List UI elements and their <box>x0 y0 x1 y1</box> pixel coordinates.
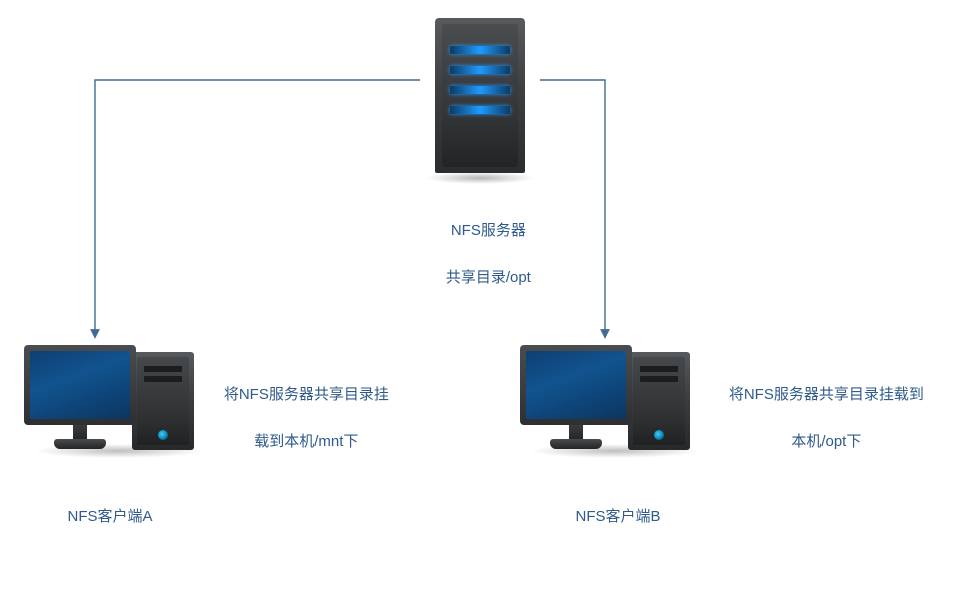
client-b-name: NFS客户端B <box>548 505 688 528</box>
client-b-icon <box>520 340 710 480</box>
nfs-server-label: NFS服务器 共享目录/opt <box>380 196 580 312</box>
diagram-canvas: NFS服务器 共享目录/opt 将NFS服务器共享目录挂 载到本机/mnt下 N… <box>0 0 976 601</box>
client-a-desc-line1: 将NFS服务器共享目录挂 <box>224 386 389 403</box>
client-b-desc-line2: 本机/opt下 <box>791 433 861 450</box>
server-label-line2: 共享目录/opt <box>446 269 531 286</box>
nfs-server-icon <box>420 18 540 178</box>
server-label-line1: NFS服务器 <box>451 222 526 239</box>
client-a-description: 将NFS服务器共享目录挂 载到本机/mnt下 <box>198 360 398 476</box>
client-a-name: NFS客户端A <box>40 505 180 528</box>
client-b-desc-line1: 将NFS服务器共享目录挂载到 <box>729 386 924 403</box>
client-a-icon <box>24 340 214 480</box>
client-b-description: 将NFS服务器共享目录挂载到 本机/opt下 <box>708 360 928 476</box>
client-a-desc-line2: 载到本机/mnt下 <box>254 433 358 450</box>
